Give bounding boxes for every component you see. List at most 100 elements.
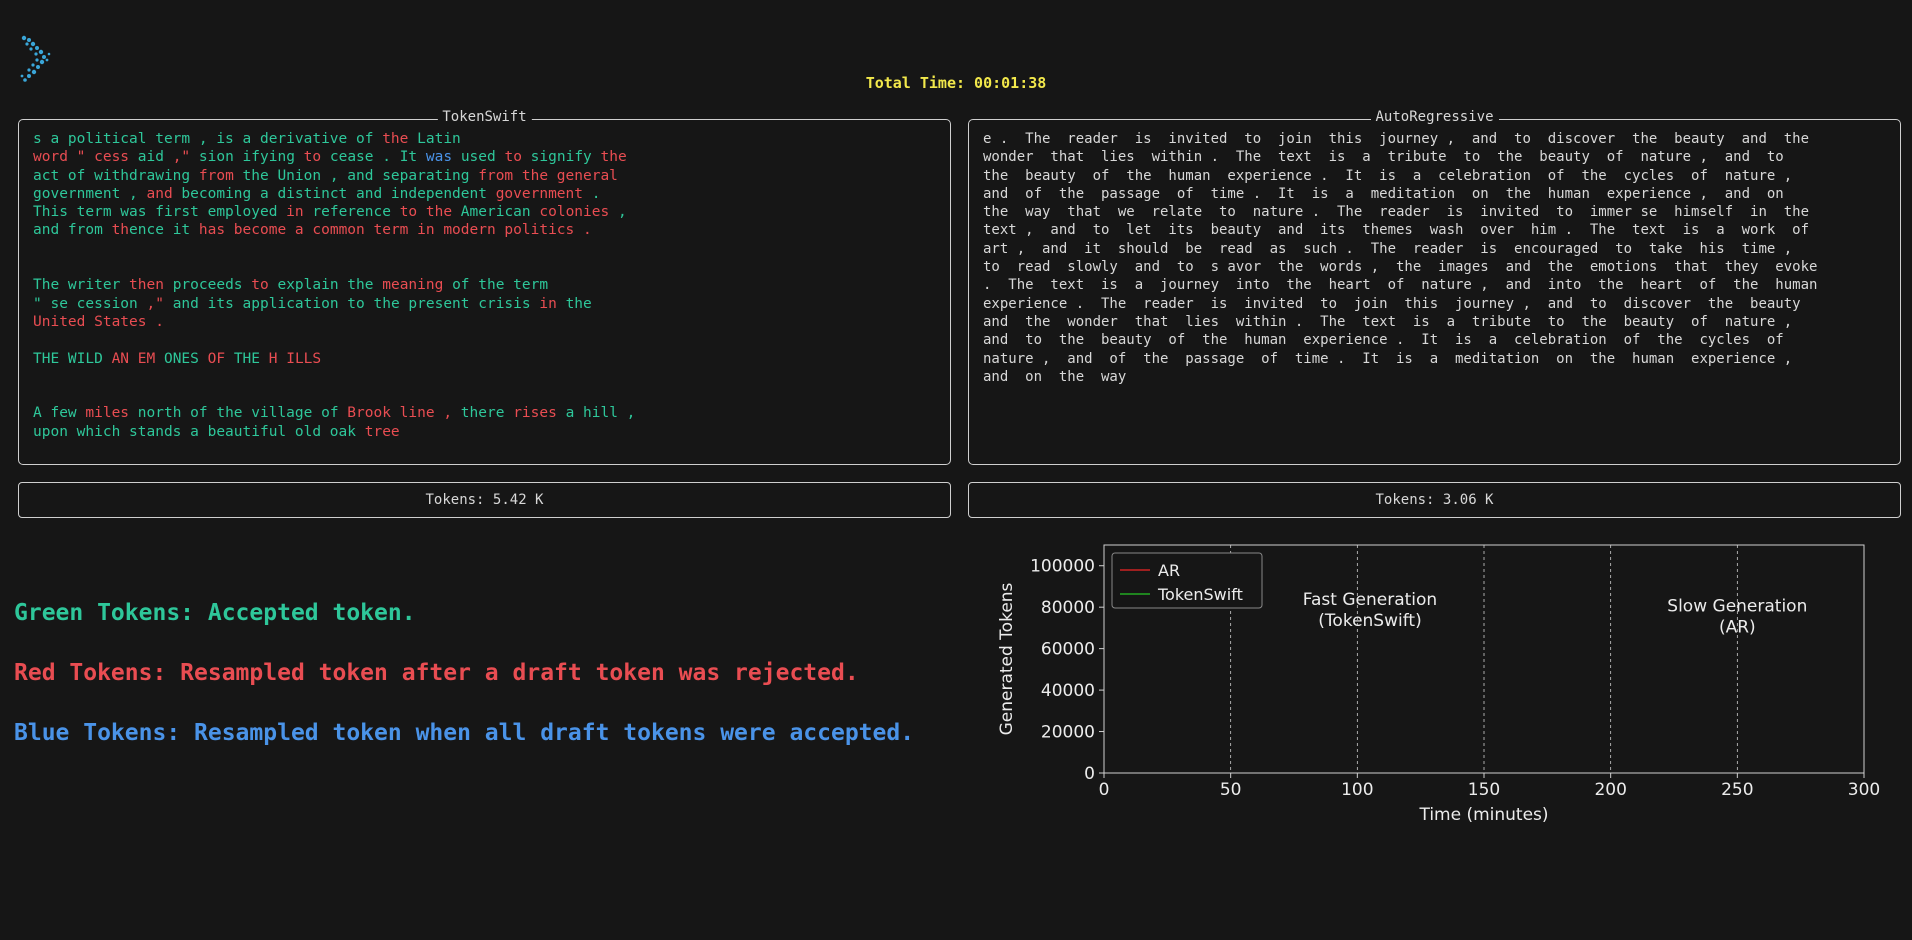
tokenswift-line: upon which stands a beautiful old oak tr…: [33, 423, 942, 441]
autoregressive-line: and on the way: [983, 368, 1127, 385]
red-token-span: has become a common term in modern polit…: [198, 222, 592, 239]
red-token-span: OF: [207, 350, 234, 367]
chart-annotation: (TokenSwift): [1318, 611, 1421, 631]
tokenswift-panel: TokenSwift s a political term , is a der…: [18, 109, 951, 465]
generated-tokens-chart: 0 50 100 150 200 250 300 0 20000 40000 60000 80000 1…: [997, 544, 1880, 825]
green-token-span: ence it: [129, 222, 199, 239]
y-tick-label: 80000: [1041, 598, 1095, 618]
green-token-span: ONES: [163, 350, 208, 367]
y-tick-label: 40000: [1041, 681, 1095, 701]
autoregressive-line: the way that we relate to nature . The r…: [983, 204, 1810, 221]
y-axis-label: Generated Tokens: [997, 582, 1017, 735]
x-tick-label: 300: [1848, 780, 1880, 800]
legend-label-ar: AR: [1158, 561, 1180, 580]
autoregressive-panel: AutoRegressive e . The reader is invited…: [968, 109, 1901, 465]
green-token-span: This term was first employed: [33, 204, 287, 221]
autoregressive-line: . The text is a journey into the heart o…: [983, 277, 1818, 294]
red-token-span: Brook line ,: [347, 405, 461, 422]
legend-green-tokens: Green Tokens: Accepted token.: [14, 600, 416, 626]
tokenswift-line: A few miles north of the village of Broo…: [33, 404, 942, 422]
red-token-span: the: [600, 149, 627, 166]
tokenswift-line: United States .: [33, 313, 942, 331]
autoregressive-line: wonder that lies within . The text is a …: [983, 149, 1784, 166]
tokenswift-line: " se cession ," and its application to t…: [33, 295, 942, 313]
red-token-span: miles: [85, 405, 138, 422]
x-tick-label: 150: [1468, 780, 1500, 800]
green-token-span: north of the village of: [137, 405, 348, 422]
green-token-span: the: [565, 295, 592, 312]
green-token-span: used: [460, 149, 505, 166]
green-token-span: the Union , and separating: [242, 167, 479, 184]
red-token-span: tree: [364, 423, 400, 440]
green-token-span: ,: [609, 204, 627, 221]
x-tick-label: 250: [1721, 780, 1753, 800]
autoregressive-token-counter: Tokens: 3.06 K: [968, 482, 1901, 518]
green-token-span: upon which stands a beautiful old oak: [33, 423, 365, 440]
autoregressive-line: the beauty of the human experience . It …: [983, 167, 1793, 184]
tokenswift-token-counter: Tokens: 5.42 K: [18, 482, 951, 518]
tokenswift-panel-title: TokenSwift: [437, 109, 532, 125]
green-token-span: proceeds: [172, 277, 252, 294]
tokenswift-line: The writer then proceeds to explain the …: [33, 276, 942, 294]
autoregressive-line: to read slowly and to s avor the words ,…: [983, 259, 1818, 276]
green-token-span: becoming a distinct and independent: [181, 185, 496, 202]
y-tick-label: 60000: [1041, 640, 1095, 660]
x-tick-label: 100: [1341, 780, 1373, 800]
green-token-span: explain the: [277, 277, 383, 294]
red-token-span: ,": [146, 295, 173, 312]
green-token-span: sion ifying: [198, 149, 304, 166]
green-token-span: and from: [33, 222, 112, 239]
autoregressive-line: art , and it should be read as such . Th…: [983, 240, 1793, 257]
red-token-span: to the: [399, 204, 461, 221]
green-token-span: of the term: [452, 277, 549, 294]
x-tick-label: 200: [1594, 780, 1626, 800]
green-token-span: government ,: [33, 185, 147, 202]
tokenswift-line: act of withdrawing from the Union , and …: [33, 167, 942, 185]
autoregressive-line: nature , and of the passage of time . It…: [983, 350, 1793, 367]
autoregressive-output-text: e . The reader is invited to join this j…: [983, 130, 1892, 456]
red-token-span: ,": [163, 149, 199, 166]
green-token-span: .: [583, 185, 601, 202]
red-token-span: from the general: [478, 167, 618, 184]
green-token-span: and its application to the present crisi…: [172, 295, 540, 312]
red-token-span: to: [504, 149, 531, 166]
green-token-span: THE: [233, 350, 269, 367]
autoregressive-line: and the wonder that lies within . The te…: [983, 313, 1793, 330]
blue-token-span: was: [425, 149, 461, 166]
red-token-span: to: [303, 149, 330, 166]
green-token-span: there: [460, 405, 514, 422]
chart-annotation: Slow Generation: [1667, 596, 1807, 616]
autoregressive-line: and to the beauty of the human experienc…: [983, 332, 1784, 349]
red-token-span: meaning: [382, 277, 453, 294]
red-token-span: th: [111, 222, 130, 239]
legend-label-tokenswift: TokenSwift: [1157, 585, 1243, 604]
tokenswift-output-text: s a political term , is a derivative of …: [33, 130, 942, 456]
chart-annotation: (AR): [1719, 617, 1756, 637]
red-token-span: to: [251, 277, 278, 294]
green-token-span: reference: [312, 204, 400, 221]
x-axis-label: Time (minutes): [1418, 805, 1548, 825]
green-token-span: " se cession: [33, 295, 147, 312]
y-tick-label: 100000: [1030, 557, 1095, 577]
tokenswift-line: word " cess aid ," sion ifying to cease …: [33, 148, 942, 166]
red-token-span: then: [129, 277, 173, 294]
green-token-span: THE WILD: [33, 350, 112, 367]
autoregressive-line: and of the passage of time . It is a med…: [983, 185, 1784, 202]
tokenswift-line: government , and becoming a distinct and…: [33, 185, 942, 203]
green-token-span: cease . It: [329, 149, 426, 166]
green-token-span: A few: [33, 405, 86, 422]
red-token-span: in: [286, 204, 313, 221]
red-token-span: from: [198, 167, 243, 184]
red-token-span: government: [495, 185, 584, 202]
tokenswift-line: THE WILD AN EM ONES OF THE H ILLS: [33, 350, 942, 368]
tokenswift-line: [33, 331, 942, 349]
red-token-span: colonies: [539, 204, 610, 221]
autoregressive-panel-title: AutoRegressive: [1370, 109, 1499, 125]
red-token-span: and: [146, 185, 182, 202]
red-token-span: in: [539, 295, 566, 312]
green-token-span: s a political term , is a derivative of: [33, 131, 383, 147]
legend-blue-tokens: Blue Tokens: Resampled token when all dr…: [14, 720, 915, 746]
red-token-span: United States .: [33, 313, 164, 330]
y-tick-label: 20000: [1041, 723, 1095, 743]
tokenswift-line: [33, 240, 942, 258]
